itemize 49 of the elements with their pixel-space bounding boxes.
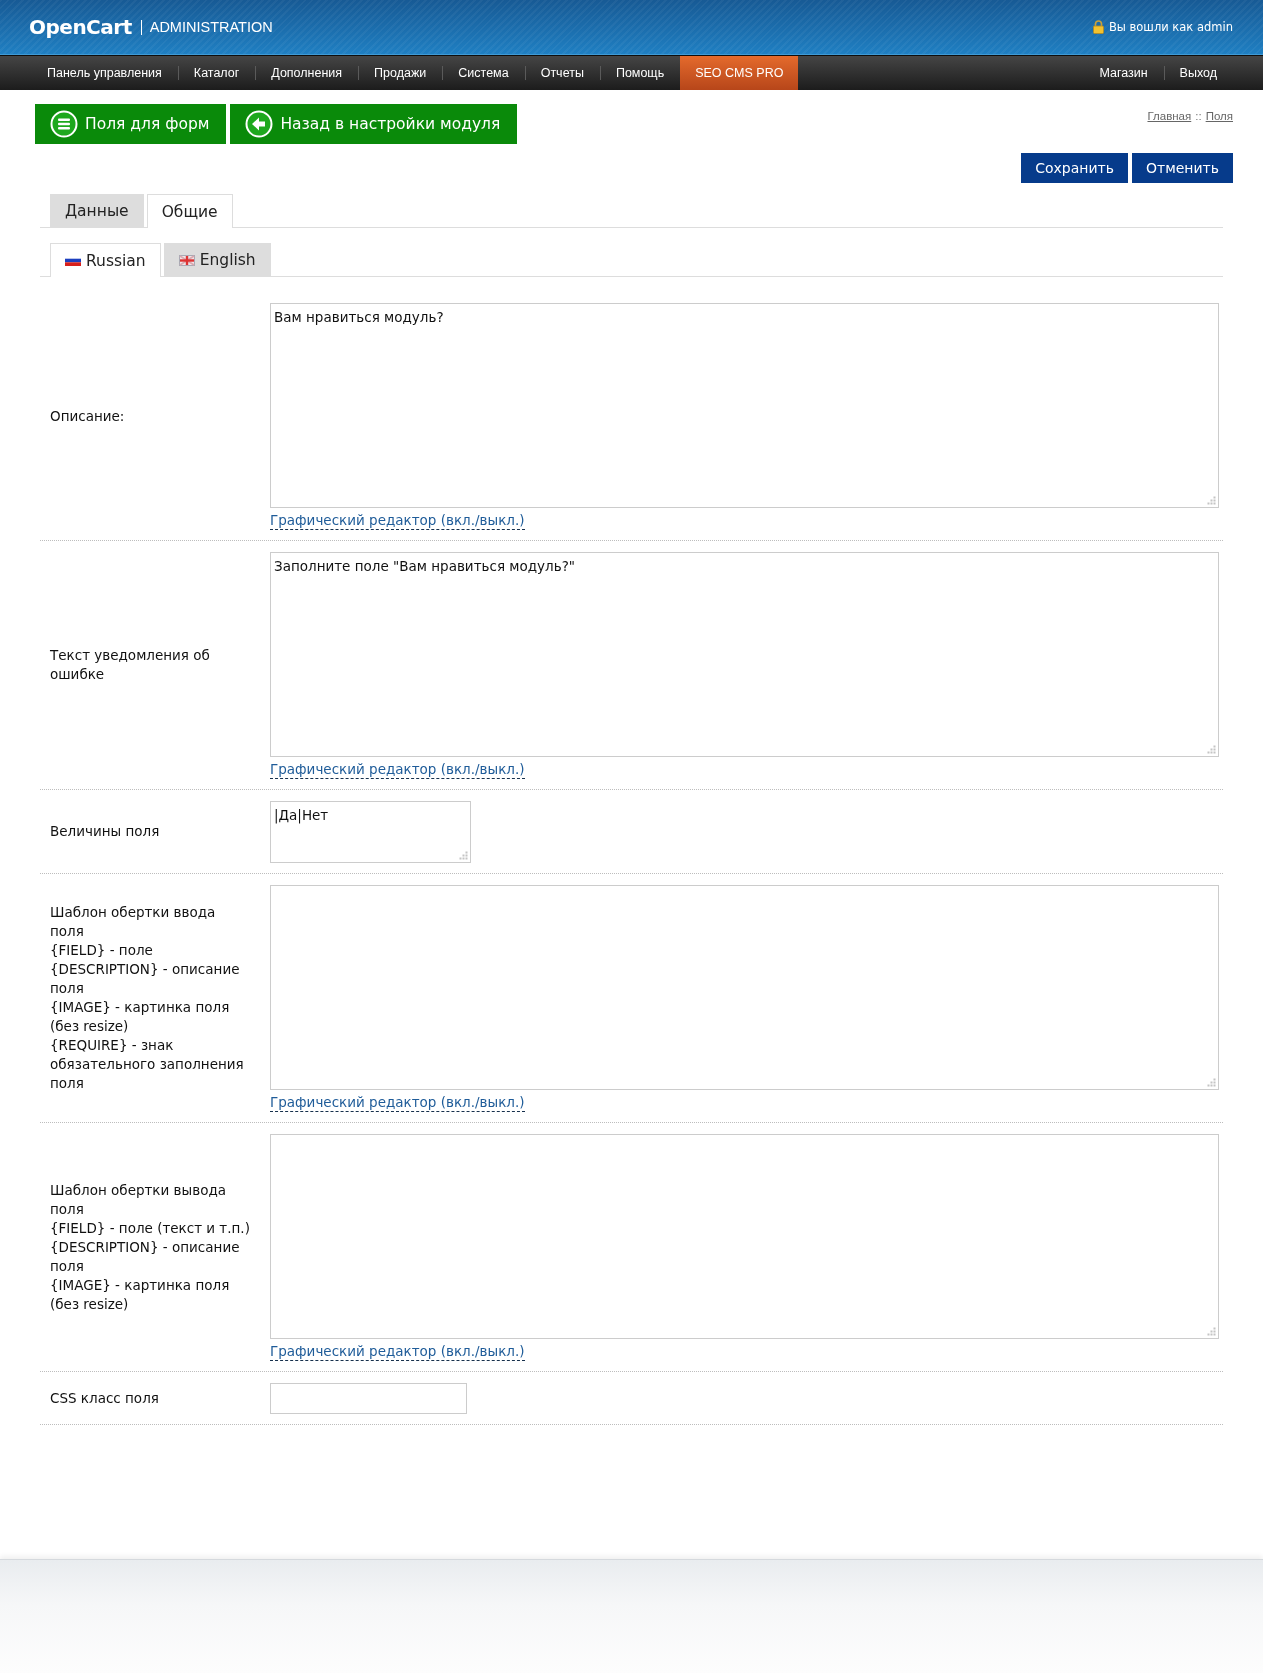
header-subtitle: ADMINISTRATION — [149, 19, 273, 35]
field-label: Шаблон обертки ввода поля {FIELD} - поле {DESCRIPTION} - описание поля {IMAGE} - картинка поля (без resize) {REQUIRE} - знак обязательного заполнения поля — [50, 903, 245, 1093]
nav-menu-item[interactable]: Каталог — [177, 56, 256, 90]
list-circle-icon — [50, 110, 78, 138]
textarea[interactable]: Вам нравиться модуль? — [270, 303, 1219, 508]
nav-menu-item[interactable]: Дополнения — [255, 56, 359, 90]
field-label: Текст уведомления об ошибке — [50, 646, 211, 684]
textarea[interactable] — [270, 885, 1219, 1090]
editor-toggle-link[interactable]: Графический редактор (вкл./выкл.) — [270, 1343, 525, 1361]
nav-button[interactable]: Поля для форм — [35, 104, 227, 144]
nav-menu-item[interactable]: Панель управления — [31, 56, 178, 90]
resize-grip-icon[interactable] — [1207, 1078, 1216, 1087]
action-button[interactable]: Сохранить — [1021, 153, 1128, 183]
resize-grip-icon[interactable] — [1207, 745, 1216, 754]
field-label: Шаблон обертки вывода поля {FIELD} - поле (текст и т.п.) {DESCRIPTION} - описание поля {IMAGE} - картинка поля (без resize) — [50, 1180, 250, 1314]
resize-grip-icon[interactable] — [459, 851, 468, 860]
nav-menu-item[interactable]: SEO CMS PRO — [680, 56, 799, 90]
textarea[interactable]: Заполните поле "Вам нравиться модуль?" — [270, 552, 1219, 757]
tab[interactable]: Общие — [146, 194, 233, 228]
editor-toggle-link[interactable]: Графический редактор (вкл./выкл.) — [270, 512, 525, 530]
textarea[interactable] — [270, 1134, 1219, 1339]
nav-menu-item[interactable]: Выход — [1163, 56, 1233, 90]
language-tab[interactable]: English — [163, 243, 271, 276]
textarea[interactable]: |Да|Нет — [270, 801, 471, 863]
nav-menu-item[interactable]: Продажи — [358, 56, 443, 90]
resize-grip-icon[interactable] — [1207, 496, 1216, 505]
nav-menu-item[interactable]: Отчеты — [524, 56, 600, 90]
field-label: Величины поля — [50, 822, 161, 841]
nav-menu-item[interactable]: Помощь — [599, 56, 681, 90]
logo[interactable]: OpenCart — [29, 15, 132, 39]
tab[interactable]: Данные — [50, 194, 144, 227]
field-label: Описание: — [50, 406, 126, 426]
breadcrumb-link[interactable]: Поля — [1205, 110, 1233, 122]
lock-icon — [1092, 20, 1104, 34]
resize-grip-icon[interactable] — [1207, 1327, 1216, 1336]
left-arrow-circle-icon — [245, 110, 274, 138]
nav-button[interactable]: Назад в настройки модуля — [230, 104, 518, 144]
flag-icon — [178, 254, 195, 266]
breadcrumb-separator: :: — [1195, 110, 1202, 122]
action-button[interactable]: Отменить — [1132, 153, 1233, 183]
logged-in-text: Вы вошли как admin — [1108, 20, 1233, 34]
breadcrumb-link[interactable]: Главная — [1147, 110, 1192, 122]
language-tab[interactable]: Russian — [50, 243, 161, 277]
text-input[interactable] — [270, 1383, 467, 1414]
editor-toggle-link[interactable]: Графический редактор (вкл./выкл.) — [270, 761, 525, 779]
editor-toggle-link[interactable]: Графический редактор (вкл./выкл.) — [270, 1094, 525, 1112]
nav-menu-item[interactable]: Система — [442, 56, 525, 90]
field-label: CSS класс поля — [50, 1388, 160, 1408]
nav-menu-item[interactable]: Магазин — [1083, 56, 1164, 90]
